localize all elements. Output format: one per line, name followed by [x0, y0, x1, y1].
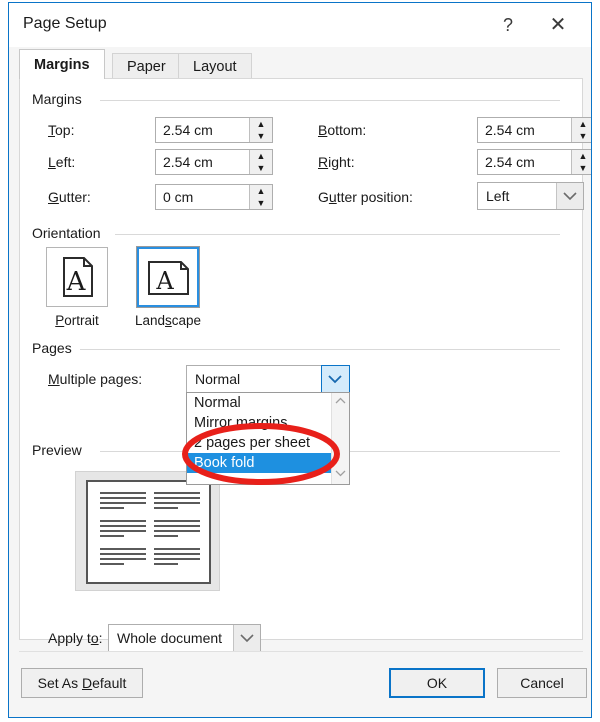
pages-group-label: Pages [32, 340, 78, 356]
top-margin-value: 2.54 cm [163, 122, 213, 138]
close-icon[interactable]: ✕ [541, 11, 575, 39]
svg-text:A: A [155, 267, 174, 295]
orientation-landscape-button[interactable]: A [136, 246, 200, 308]
svg-text:A: A [66, 267, 87, 297]
chevron-down-icon[interactable] [321, 365, 350, 394]
spin-down-icon[interactable]: ▼ [572, 130, 591, 142]
gutter-position-combobox[interactable]: Left [477, 182, 584, 210]
right-margin-value: 2.54 cm [485, 154, 535, 170]
dropdown-option-book-fold[interactable]: Book fold [187, 453, 339, 473]
apply-to-combobox[interactable]: Whole document [108, 624, 261, 652]
gutter-value: 0 cm [163, 189, 194, 205]
preview-group-label: Preview [32, 442, 88, 458]
preview-page [86, 480, 211, 584]
footer-separator [19, 651, 583, 652]
title-bar: Page Setup ? ✕ [9, 3, 591, 47]
spin-up-icon[interactable]: ▲ [572, 118, 591, 130]
margins-group-label: Margins [32, 91, 88, 107]
orientation-portrait-label: Portrait [55, 313, 99, 328]
bottom-margin-spin-buttons[interactable]: ▲ ▼ [571, 118, 591, 142]
ok-button[interactable]: OK [389, 668, 485, 698]
pages-group-rule [80, 349, 560, 350]
gutter-position-label: Gutter position: [318, 189, 413, 205]
apply-to-value: Whole document [117, 630, 223, 646]
multiple-pages-dropdown-list[interactable]: Normal Mirror margins 2 pages per sheet … [186, 392, 350, 485]
left-margin-spin-buttons[interactable]: ▲ ▼ [249, 150, 272, 174]
orientation-group-label: Orientation [32, 225, 107, 241]
portrait-page-icon: A [63, 257, 93, 297]
left-margin-stepper[interactable]: 2.54 cm ▲ ▼ [155, 149, 273, 175]
gutter-label: Gutter: [48, 189, 91, 205]
page-title: Page Setup [23, 15, 107, 32]
spin-up-icon[interactable]: ▲ [250, 150, 272, 162]
preview-frame [75, 471, 220, 591]
right-margin-label: Right: [318, 154, 355, 170]
landscape-page-icon: A [148, 261, 189, 295]
spin-up-icon[interactable]: ▲ [250, 118, 272, 130]
spin-up-icon[interactable]: ▲ [572, 150, 591, 162]
multiple-pages-label: Multiple pages: [48, 371, 143, 387]
set-as-default-button[interactable]: Set As Default [21, 668, 143, 698]
gutter-stepper[interactable]: 0 cm ▲ ▼ [155, 184, 273, 210]
dropdown-option-2-pages-per-sheet[interactable]: 2 pages per sheet [187, 433, 349, 453]
top-margin-stepper[interactable]: 2.54 cm ▲ ▼ [155, 117, 273, 143]
question-mark-icon[interactable]: ? [491, 11, 525, 39]
cancel-button[interactable]: Cancel [497, 668, 587, 698]
tab-margins[interactable]: Margins [19, 49, 105, 79]
dropdown-scrollbar[interactable] [331, 393, 349, 484]
left-margin-value: 2.54 cm [163, 154, 213, 170]
gutter-spin-buttons[interactable]: ▲ ▼ [249, 185, 272, 209]
top-margin-label: Top: [48, 122, 75, 138]
apply-to-label: Apply to: [48, 630, 103, 646]
page-setup-dialog: Page Setup ? ✕ Margins Paper Layout Marg… [8, 2, 592, 718]
spin-down-icon[interactable]: ▼ [250, 162, 272, 174]
spin-up-icon[interactable]: ▲ [250, 185, 272, 197]
margins-tab-panel: Margins Top: 2.54 cm ▲ ▼ Bottom: 2.54 cm… [19, 78, 591, 652]
spin-down-icon[interactable]: ▼ [250, 130, 272, 142]
chevron-down-icon[interactable] [556, 183, 583, 209]
right-margin-stepper[interactable]: 2.54 cm ▲ ▼ [477, 149, 591, 175]
bottom-margin-label: Bottom: [318, 122, 367, 138]
margins-group-rule [100, 100, 560, 101]
orientation-portrait-button[interactable]: A [46, 247, 108, 307]
right-margin-spin-buttons[interactable]: ▲ ▼ [571, 150, 591, 174]
orientation-group-rule [115, 234, 560, 235]
multiple-pages-value: Normal [195, 371, 241, 387]
bottom-margin-stepper[interactable]: 2.54 cm ▲ ▼ [477, 117, 591, 143]
dropdown-option-normal[interactable]: Normal [187, 393, 349, 413]
scroll-down-icon[interactable] [332, 468, 349, 482]
multiple-pages-combobox[interactable]: Normal [186, 365, 350, 394]
tab-paper[interactable]: Paper [112, 53, 181, 79]
left-margin-label: Left: [48, 154, 76, 170]
spin-down-icon[interactable]: ▼ [250, 197, 272, 209]
dropdown-option-mirror-margins[interactable]: Mirror margins [187, 413, 349, 433]
orientation-landscape-label: Landscape [134, 313, 202, 328]
gutter-position-value: Left [486, 188, 510, 204]
spin-down-icon[interactable]: ▼ [572, 162, 591, 174]
top-margin-spin-buttons[interactable]: ▲ ▼ [249, 118, 272, 142]
bottom-margin-value: 2.54 cm [485, 122, 535, 138]
tab-layout[interactable]: Layout [178, 53, 252, 79]
tab-strip: Margins Paper Layout [19, 49, 583, 79]
scroll-up-icon[interactable] [332, 395, 349, 409]
chevron-down-icon[interactable] [233, 625, 260, 651]
